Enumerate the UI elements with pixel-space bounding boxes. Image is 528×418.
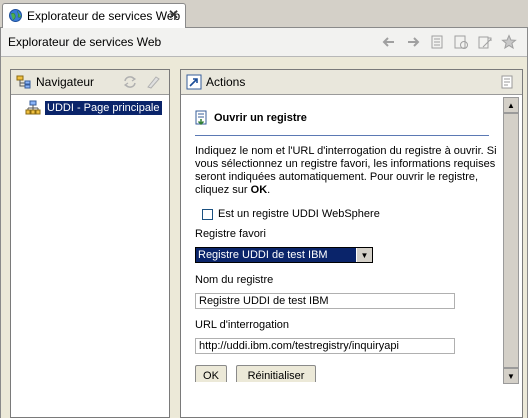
editor-area: Explorateur de services Web Navigateur U…	[0, 28, 528, 418]
scroll-down-icon[interactable]: ▼	[503, 368, 519, 384]
reset-button[interactable]: Réinitialiser	[236, 365, 316, 382]
editor-title: Explorateur de services Web	[8, 35, 162, 49]
star-icon[interactable]	[501, 34, 517, 50]
tree-item-uddi-main-page[interactable]: UDDI - Page principale	[25, 100, 162, 116]
scroll-thumb[interactable]	[503, 113, 519, 368]
close-icon[interactable]: ✕	[168, 7, 179, 23]
navigator-tree-icon	[16, 75, 31, 89]
forward-arrow-icon[interactable]	[405, 34, 421, 50]
editor-tab[interactable]: Explorateur de services Web ✕	[2, 3, 186, 28]
chevron-down-icon[interactable]: ▼	[356, 248, 372, 262]
open-registry-icon	[195, 110, 207, 126]
favorites-icon[interactable]	[453, 34, 469, 50]
actions-title: Actions	[206, 75, 246, 89]
favorite-registry-label: Registre favori	[195, 228, 266, 240]
websphere-checkbox-label: Est un registre UDDI WebSphere	[218, 208, 380, 220]
inquiry-url-label: URL d'interrogation	[195, 319, 290, 331]
refresh-icon[interactable]	[122, 74, 138, 90]
navigator-header: Navigateur	[11, 70, 169, 95]
websphere-checkbox[interactable]	[202, 208, 213, 220]
navigator-title: Navigateur	[36, 75, 95, 89]
back-arrow-icon[interactable]	[381, 34, 397, 50]
uddi-registry-icon	[25, 100, 41, 115]
actions-panel: Actions Ouvrir un registre Indiquez le n…	[180, 69, 523, 418]
editor-tab-strip: Explorateur de services Web ✕	[0, 0, 528, 28]
editor-tab-title: Explorateur de services Web	[27, 9, 181, 23]
instructions-text: Indiquez le nom et l'URL d'interrogation…	[195, 145, 501, 197]
instructions-end: .	[267, 184, 271, 196]
section-header: Ouvrir un registre	[195, 110, 307, 126]
section-title: Ouvrir un registre	[214, 112, 307, 124]
ok-button[interactable]: OK	[195, 365, 227, 382]
document-icon[interactable]	[499, 74, 515, 90]
scroll-up-icon[interactable]: ▲	[503, 97, 519, 113]
instructions-ok-emphasis: OK	[250, 184, 268, 196]
clear-icon[interactable]	[145, 74, 161, 90]
tree-item-label: UDDI - Page principale	[45, 101, 162, 115]
history-icon[interactable]	[429, 34, 445, 50]
registry-name-input[interactable]: Registre UDDI de test IBM	[195, 293, 455, 309]
globe-icon	[9, 9, 22, 22]
websphere-checkbox-row: Est un registre UDDI WebSphere	[202, 208, 380, 220]
editor-body: Navigateur UDDI - Page principale Action…	[1, 57, 527, 418]
vertical-scrollbar[interactable]: ▲ ▼	[503, 97, 519, 384]
add-favorite-icon[interactable]	[477, 34, 493, 50]
inquiry-url-input[interactable]: http://uddi.ibm.com/testregistry/inquiry…	[195, 338, 455, 354]
navigator-panel: Navigateur UDDI - Page principale	[10, 69, 170, 418]
instructions-body: Indiquez le nom et l'URL d'interrogation…	[195, 145, 497, 196]
actions-content: Ouvrir un registre Indiquez le nom et l'…	[185, 97, 503, 382]
favorite-registry-value: Registre UDDI de test IBM	[198, 249, 328, 261]
registry-name-label: Nom du registre	[195, 274, 274, 286]
actions-icon	[186, 74, 202, 90]
favorite-registry-select[interactable]: Registre UDDI de test IBM ▼	[195, 247, 373, 263]
editor-header: Explorateur de services Web	[1, 28, 527, 57]
actions-header: Actions	[181, 70, 522, 95]
section-divider	[195, 135, 489, 136]
